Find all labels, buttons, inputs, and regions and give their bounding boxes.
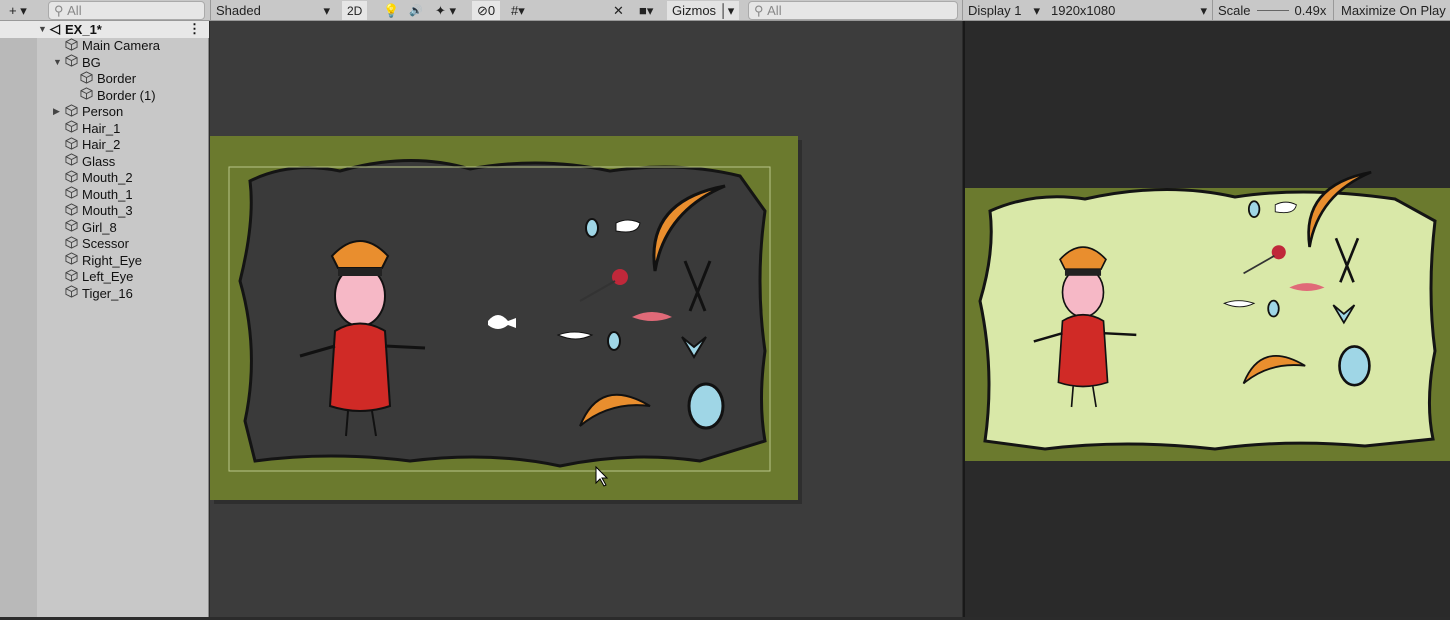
hierarchy-item-label: Border (1) [97,87,156,103]
hierarchy-item[interactable]: Border [0,71,209,88]
chevron-down-icon: ▾ [323,2,330,18]
scale-value: 0.49x [1294,3,1327,18]
add-object-button[interactable]: + ▾ [4,1,32,20]
gameobject-cube-icon [65,252,82,268]
gameobject-cube-icon [65,104,82,120]
scene-search-input[interactable]: ⚲ All [748,1,958,20]
hierarchy-item-label: Main Camera [82,38,161,54]
hierarchy-item-label: Left_Eye [82,269,134,285]
resolution-dropdown[interactable]: 1920x1080 ▾ [1046,1,1212,20]
more-options-icon[interactable]: ⋮ [188,21,201,37]
hierarchy-item[interactable]: Glass [0,153,209,170]
gameobject-cube-icon [65,137,82,153]
scene-name: EX_1* [65,21,102,37]
scale-slider[interactable]: Scale 0.49x [1213,1,1331,20]
gameobject-cube-icon [65,170,82,186]
gizmos-dropdown[interactable]: Gizmos │▾ [667,1,740,20]
expand-arrow-icon[interactable]: ▶ [53,106,65,117]
gameobject-cube-icon [65,186,82,202]
hierarchy-item[interactable]: Hair_2 [0,137,209,154]
camera-icon[interactable]: ■▾ [634,1,658,20]
hierarchy-item[interactable]: Main Camera [0,38,209,55]
hierarchy-item[interactable]: Girl_8 [0,219,209,236]
eye-off-icon: ⊘ [477,2,488,18]
gameobject-cube-icon [65,54,82,70]
scale-label: Scale [1218,3,1251,18]
hierarchy-search-input[interactable]: ⚲ All [48,1,205,20]
gizmos-label: Gizmos [672,3,717,18]
hierarchy-item-label: Hair_1 [82,120,121,136]
search-placeholder: All [67,3,82,18]
hierarchy-item-label: Mouth_2 [82,170,133,186]
gameobject-cube-icon [65,203,82,219]
game-view[interactable] [963,21,1450,617]
unity-scene-icon: ◁ [50,21,60,37]
scene-canvas [210,136,802,504]
hierarchy-item[interactable]: Hair_1 [0,120,209,137]
search-placeholder: All [767,3,782,18]
hierarchy-item[interactable]: Scessor [0,236,209,253]
hierarchy-item-label: Mouth_1 [82,186,133,202]
tools-icon[interactable]: ✕ [608,1,629,20]
shading-label: Shaded [216,3,261,18]
hierarchy-item[interactable]: ▼ BG [0,54,209,71]
hierarchy-item-label: Hair_2 [82,137,121,153]
hierarchy-item[interactable]: Mouth_3 [0,203,209,220]
hierarchy-item[interactable]: Mouth_2 [0,170,209,187]
gameobject-cube-icon [80,71,97,87]
lighting-toggle-icon[interactable]: 💡 [378,1,404,20]
maximize-on-play-toggle[interactable]: Maximize On Play [1336,1,1450,20]
hierarchy-panel: ▼ ◁ EX_1* ⋮ Main Camera ▼ BG Border Border (… [0,21,209,617]
hierarchy-item-label: Glass [82,153,116,169]
search-icon: ⚲ [54,2,68,18]
gameobject-cube-icon [80,87,97,103]
hierarchy-item-label: BG [82,54,101,70]
hidden-count: 0 [487,3,496,18]
hierarchy-item[interactable]: Tiger_16 [0,285,209,302]
resolution-label: 1920x1080 [1051,3,1116,18]
search-icon: ⚲ [754,2,768,18]
gameobject-cube-icon [65,120,82,136]
hierarchy-item-label: Right_Eye [82,252,142,268]
gameobject-cube-icon [65,269,82,285]
effects-toggle-icon[interactable]: ✦ ▾ [430,1,461,20]
toolbar: + ▾ ⚲ All Shaded ▾ 2D 💡 🔊 ✦ ▾ ⊘ 0 #▾ ✕ ■▾ … [0,0,1450,21]
gameobject-cube-icon [65,285,82,301]
display-label: Display 1 [968,3,1022,18]
gameobject-cube-icon [65,219,82,235]
shading-mode-dropdown[interactable]: Shaded ▾ [211,1,335,20]
grid-toggle-icon[interactable]: #▾ [506,1,530,20]
chevron-down-icon: ▾ [1033,2,1040,18]
hierarchy-item-label: Girl_8 [82,219,117,235]
2d-toggle[interactable]: 2D [342,1,368,20]
hierarchy-item-label: Tiger_16 [82,285,133,301]
expand-arrow-icon[interactable]: ▼ [38,24,50,34]
hidden-objects-toggle[interactable]: ⊘ 0 [472,1,501,20]
background-interior [978,187,1437,451]
gameobject-cube-icon [65,153,82,169]
hierarchy-item[interactable]: Mouth_1 [0,186,209,203]
hierarchy-item-label: Scessor [82,236,129,252]
chevron-down-icon: ▾ [1200,2,1207,18]
hierarchy-item-label: Mouth_3 [82,203,133,219]
scene-row[interactable]: ▼ ◁ EX_1* ⋮ [0,21,209,38]
expand-arrow-icon[interactable]: ▼ [53,57,65,67]
display-dropdown[interactable]: Display 1 ▾ [963,1,1045,20]
hierarchy-item-label: Person [82,104,124,120]
gameobject-cube-icon [65,38,82,54]
audio-toggle-icon[interactable]: 🔊 [404,1,428,20]
hierarchy-item[interactable]: Border (1) [0,87,209,104]
hierarchy-item-label: Border [97,71,137,87]
gameobject-cube-icon [65,236,82,252]
hierarchy-item[interactable]: Left_Eye [0,269,209,286]
scene-view[interactable] [210,21,962,617]
hierarchy-item[interactable]: ▶ Person [0,104,209,121]
game-canvas [965,170,1450,461]
hierarchy-item[interactable]: Right_Eye [0,252,209,269]
